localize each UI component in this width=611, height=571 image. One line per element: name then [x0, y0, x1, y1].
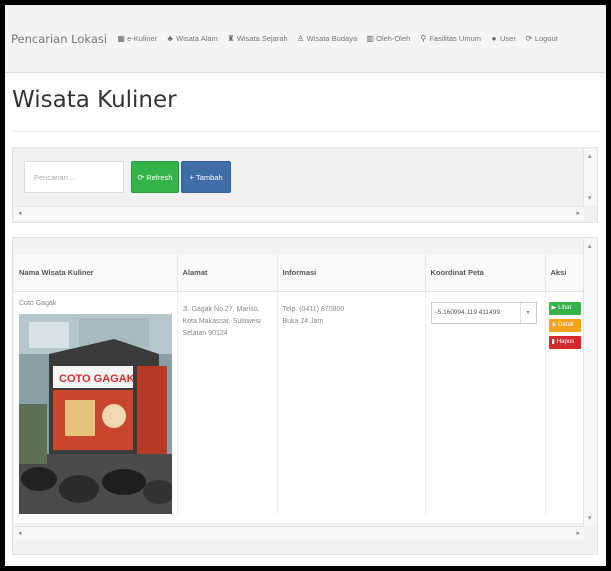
table-horizontal-scrollbar[interactable]: ◂ ▸	[14, 526, 584, 540]
grid-icon: ▦	[117, 33, 125, 43]
kuliner-photo: COTO GAGAK	[19, 313, 172, 514]
cell-alamat: Jl. Gagak No.27, Mariso, Kota Makassar, …	[177, 291, 278, 514]
top-navbar: Pencarian Lokasi ▦ e-Kuliner ♣ Wisata Alam…	[5, 5, 606, 73]
nav-wisata-sejarah[interactable]: ♜ Wisata Sejarah	[227, 33, 288, 43]
nav-label: Logout	[534, 34, 558, 43]
play-icon: ▶	[551, 305, 557, 311]
detail-label: Detail	[558, 322, 574, 328]
scroll-up-icon[interactable]: ▴	[588, 242, 592, 250]
kuliner-table: Nama Wisata Kuliner Alamat Informasi Koo…	[14, 255, 584, 514]
informasi-hours: Buka 24 Jam	[282, 317, 324, 325]
nav-label: User	[500, 34, 516, 43]
column-header-koordinat[interactable]: Koordinat Peta	[425, 255, 546, 292]
table-row: Coto Gagak COTO GAGAK Jl. Gagak No.27, M…	[14, 291, 584, 514]
cell-nama: Coto Gagak COTO GAGAK	[14, 291, 178, 514]
nav-label: Wisata Budaya	[306, 34, 358, 43]
column-header-alamat[interactable]: Alamat	[177, 255, 278, 292]
nav-label: Fasilitas Umum	[429, 34, 481, 43]
toolbar-inner: ⟳Refresh +Tambah	[14, 149, 584, 206]
gift-icon: ▥	[366, 33, 374, 43]
nav-label: Oleh-Oleh	[376, 34, 411, 43]
informasi-phone: Telp. (0411) 870800	[282, 305, 345, 313]
plus-icon: +	[189, 172, 194, 182]
tambah-label: Tambah	[195, 172, 223, 182]
table-header-row: Nama Wisata Kuliner Alamat Informasi Koo…	[14, 255, 584, 292]
table-vertical-scrollbar[interactable]: ▴ ▾	[583, 238, 597, 526]
refresh-button[interactable]: ⟳ Refresh	[131, 161, 179, 193]
lihat-label: Lihat	[558, 305, 572, 311]
title-divider	[12, 131, 600, 132]
page-title: Wisata Kuliner	[12, 87, 177, 113]
logout-icon: ⟳	[525, 33, 533, 43]
scroll-left-icon[interactable]: ◂	[18, 209, 22, 217]
column-header-informasi[interactable]: Informasi	[277, 255, 426, 292]
scroll-left-icon[interactable]: ◂	[18, 529, 22, 537]
scroll-right-icon[interactable]: ▸	[576, 529, 580, 537]
monument-icon: ♜	[227, 33, 235, 43]
tree-icon: ♣	[167, 33, 173, 43]
nav-logout[interactable]: ⟳ Logout	[525, 33, 558, 43]
nav-user[interactable]: ● User	[490, 34, 516, 43]
trash-icon: ▮	[551, 339, 555, 345]
detail-icon: ◈	[551, 322, 557, 328]
koordinat-select[interactable]: -5.160994,119.411499 ▾	[430, 301, 537, 324]
hapus-label: Hapus	[556, 339, 575, 345]
nav-label: Wisata Alam	[176, 34, 218, 43]
toolbar-horizontal-scrollbar[interactable]: ◂ ▸	[14, 206, 584, 220]
search-input[interactable]	[24, 161, 124, 193]
table-panel: Nama Wisata Kuliner Alamat Informasi Koo…	[12, 237, 598, 555]
nav-label: Wisata Sejarah	[236, 34, 288, 43]
scroll-down-icon[interactable]: ▾	[588, 514, 592, 522]
cell-informasi: Telp. (0411) 870800 Buka 24 Jam	[277, 291, 426, 514]
cell-aksi: ▶ Lihat ◈ Detail ▮ Hapus	[545, 291, 584, 514]
toolbar-panel: ⟳Refresh +Tambah ◂ ▸ ▴ ▾	[12, 147, 598, 223]
brand-link[interactable]: Pencarian Lokasi	[11, 32, 107, 46]
nav-wisata-budaya[interactable]: ♙ Wisata Budaya	[297, 34, 357, 43]
photo-sign-text: COTO GAGAK	[59, 373, 135, 385]
person-icon: ♙	[297, 33, 305, 43]
photo-illustration: COTO GAGAK	[19, 313, 172, 514]
scroll-down-icon[interactable]: ▾	[588, 194, 592, 202]
kuliner-name: Coto Gagak	[19, 299, 57, 307]
hapus-button[interactable]: ▮ Hapus	[548, 335, 581, 349]
tambah-button[interactable]: + Tambah	[181, 161, 231, 193]
user-icon: ●	[491, 33, 497, 43]
chevron-down-icon: ▾	[519, 302, 536, 323]
scroll-up-icon[interactable]: ▴	[588, 152, 592, 160]
refresh-icon: ⟳	[137, 172, 145, 182]
refresh-label: Refresh	[146, 172, 173, 182]
detail-button[interactable]: ◈ Detail	[548, 318, 581, 332]
scroll-right-icon[interactable]: ▸	[576, 209, 580, 217]
pin-icon: ⚲	[420, 33, 427, 43]
toolbar-vertical-scrollbar[interactable]: ▴ ▾	[583, 148, 597, 206]
koordinat-value: -5.160994,119.411499	[435, 308, 500, 316]
cell-koordinat: -5.160994,119.411499 ▾	[425, 291, 546, 514]
nav-wisata-alam[interactable]: ♣ Wisata Alam	[166, 34, 218, 43]
table-container: Nama Wisata Kuliner Alamat Informasi Koo…	[14, 255, 584, 523]
app-window: Pencarian Lokasi ▦ e-Kuliner ♣ Wisata Alam…	[5, 5, 606, 566]
column-header-aksi: Aksi	[545, 255, 584, 292]
nav-label: e-Kuliner	[127, 34, 158, 43]
column-header-nama[interactable]: Nama Wisata Kuliner	[14, 255, 178, 292]
nav-fasilitas-umum[interactable]: ⚲ Fasilitas Umum	[419, 34, 481, 43]
nav-oleh-oleh[interactable]: ▥ Oleh-Oleh	[366, 34, 410, 43]
nav-e-kuliner[interactable]: ▦ e-Kuliner	[117, 34, 157, 43]
lihat-button[interactable]: ▶ Lihat	[548, 301, 581, 315]
